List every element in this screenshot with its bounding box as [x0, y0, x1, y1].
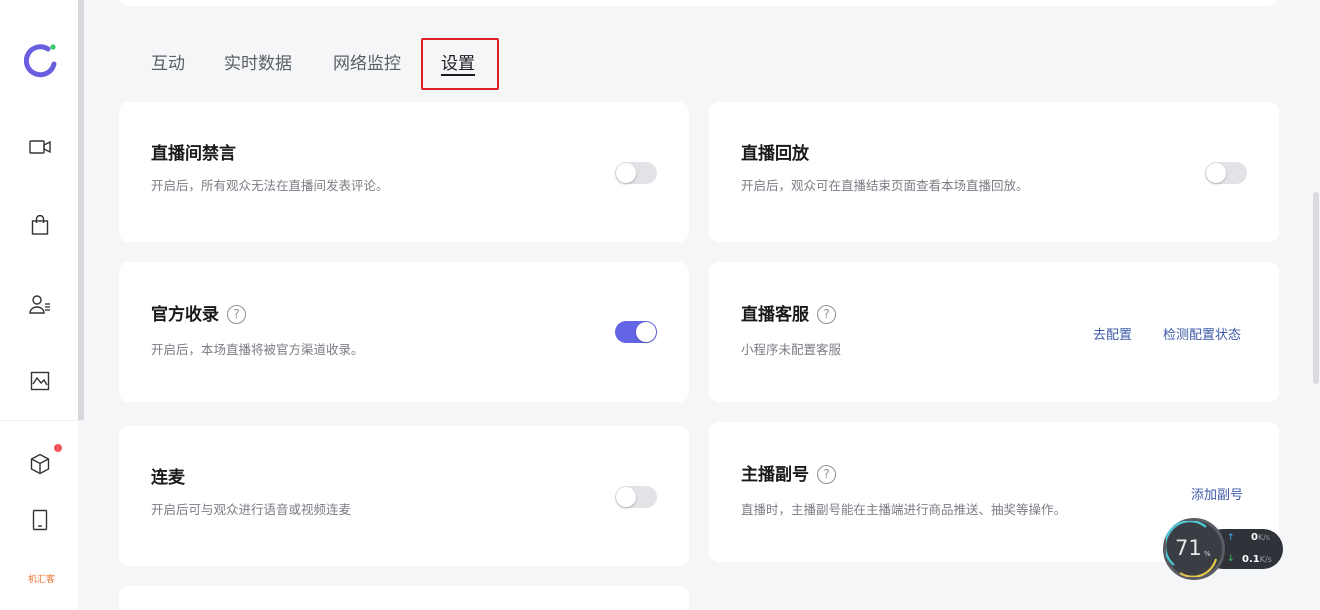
download-value: 0.1 — [1242, 554, 1260, 565]
card-title-text: 官方收录 — [151, 305, 219, 325]
card-title-text: 主播副号 — [741, 465, 809, 485]
card-description: 小程序未配置客服 — [741, 342, 842, 357]
logo-icon — [23, 40, 60, 80]
tab-realtime-data[interactable]: 实时数据 — [224, 49, 292, 74]
check-config-status-link[interactable]: 检测配置状态 — [1163, 324, 1241, 343]
download-arrow-icon: ↓ — [1227, 554, 1235, 564]
network-speed-widget[interactable]: 71 % ↑ ↓ 0K/s 0.1K/s — [1163, 518, 1285, 580]
official-collection-card: 官方收录? 开启后，本场直播将被官方渠道收录。 — [119, 262, 689, 402]
tab-interaction[interactable]: 互动 — [151, 49, 185, 74]
customer-service-card: 直播客服? 小程序未配置客服 去配置 检测配置状态 — [709, 262, 1279, 402]
replay-setting-card: 直播回放 开启后，观众可在直播结束页面查看本场直播回放。 — [709, 102, 1279, 242]
download-speed: 0.1K/s — [1242, 554, 1272, 565]
tab-network-monitor[interactable]: 网络监控 — [333, 49, 401, 74]
card-title: 直播间禁言 — [151, 144, 236, 164]
toggle-knob — [616, 487, 636, 507]
card-title: 直播客服? — [741, 300, 836, 325]
toggle-knob — [1206, 163, 1226, 183]
card-description: 开启后可与观众进行语音或视频连麦 — [151, 502, 352, 517]
official-collection-toggle[interactable] — [615, 321, 657, 343]
shopping-bag-icon[interactable] — [28, 213, 52, 237]
mobile-phone-icon[interactable] — [28, 508, 52, 532]
card-description: 开启后，观众可在直播结束页面查看本场直播回放。 — [741, 178, 1029, 193]
video-camera-icon[interactable] — [28, 135, 52, 159]
upload-speed: 0K/s — [1251, 532, 1270, 543]
page-scrollbar[interactable] — [1313, 192, 1319, 384]
sidebar-divider — [0, 420, 84, 421]
highlight-box — [421, 38, 499, 90]
top-card-edge — [119, 0, 1278, 6]
co-host-card: 连麦 开启后可与观众进行语音或视频连麦 — [119, 426, 689, 566]
next-setting-card — [119, 586, 689, 610]
card-title: 官方收录? — [151, 300, 246, 325]
card-description: 开启后，所有观众无法在直播间发表评论。 — [151, 178, 389, 193]
brand-mark: 机汇客 — [28, 575, 56, 585]
add-assistant-link[interactable]: 添加副号 — [1191, 484, 1243, 503]
configure-link[interactable]: 去配置 — [1093, 324, 1132, 343]
card-title: 连麦 — [151, 468, 185, 488]
cube-icon[interactable] — [28, 452, 52, 476]
notification-badge — [54, 444, 62, 452]
percent-sign: % — [1204, 550, 1211, 558]
card-description: 直播时，主播副号能在主播端进行商品推送、抽奖等操作。 — [741, 502, 1067, 517]
upload-unit: K/s — [1257, 533, 1271, 542]
user-list-icon[interactable] — [28, 292, 52, 316]
help-icon[interactable]: ? — [817, 465, 836, 484]
usage-percent: 71 — [1175, 536, 1202, 560]
card-title: 直播回放 — [741, 144, 809, 164]
upload-arrow-icon: ↑ — [1227, 533, 1235, 543]
replay-toggle[interactable] — [1205, 162, 1247, 184]
mute-setting-card: 直播间禁言 开启后，所有观众无法在直播间发表评论。 — [119, 102, 689, 242]
upload-value: 0 — [1251, 532, 1258, 543]
sidebar: 机汇客 — [0, 0, 84, 610]
card-description: 开启后，本场直播将被官方渠道收录。 — [151, 342, 364, 357]
card-title-text: 直播客服 — [741, 305, 809, 325]
help-icon[interactable]: ? — [227, 305, 246, 324]
sidebar-scroll-rail[interactable] — [78, 0, 84, 420]
chart-icon[interactable] — [28, 369, 52, 393]
toggle-knob — [636, 322, 656, 342]
toggle-knob — [616, 163, 636, 183]
help-icon[interactable]: ? — [817, 305, 836, 324]
card-title: 主播副号? — [741, 460, 836, 485]
co-host-toggle[interactable] — [615, 486, 657, 508]
download-unit: K/s — [1259, 555, 1272, 564]
mute-toggle[interactable] — [615, 162, 657, 184]
